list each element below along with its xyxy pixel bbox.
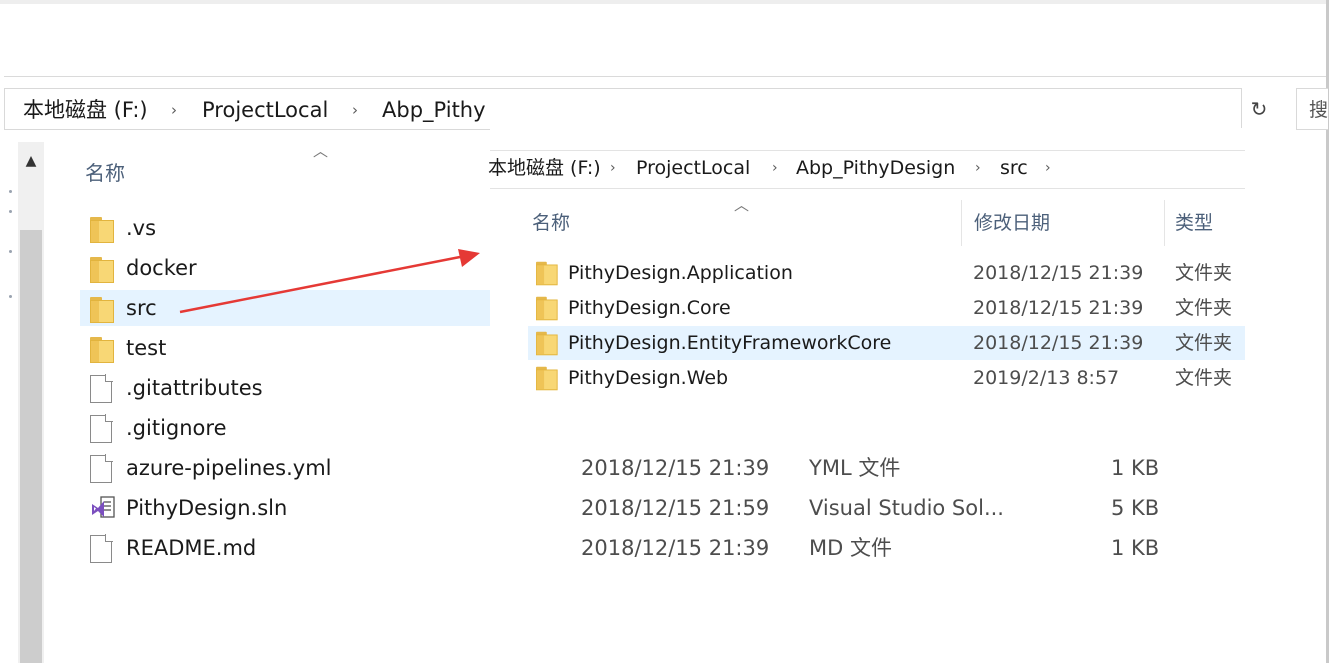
folder-icon xyxy=(90,215,114,243)
item-date: 2018/12/15 21:39 xyxy=(973,332,1144,354)
list-item[interactable]: PithyDesign.sln 2018/12/15 21:59 Visual … xyxy=(80,490,1170,526)
item-date: 2018/12/15 21:39 xyxy=(581,456,770,480)
ribbon-divider xyxy=(4,76,1326,77)
item-name: src xyxy=(126,296,157,320)
item-name: PithyDesign.sln xyxy=(126,496,288,520)
file-icon xyxy=(90,454,114,483)
folder-icon xyxy=(536,365,560,393)
item-name: test xyxy=(126,336,167,360)
breadcrumb-chevron-icon[interactable]: › xyxy=(610,150,616,186)
item-name: .gitattributes xyxy=(126,376,263,400)
sort-ascending-icon: ︿ xyxy=(313,142,329,160)
navigation-scrollbar-thumb[interactable] xyxy=(20,230,42,663)
item-type: 文件夹 xyxy=(1175,367,1233,389)
list-item[interactable]: PithyDesign.Application 2018/12/15 21:39… xyxy=(528,256,1245,290)
item-name: PithyDesign.Web xyxy=(568,367,729,389)
folder-icon xyxy=(536,260,560,288)
item-name: PithyDesign.Core xyxy=(568,297,731,319)
visual-studio-solution-icon xyxy=(90,495,115,523)
list-item[interactable]: .vs xyxy=(80,210,490,246)
breadcrumb-chevron-icon[interactable]: › xyxy=(1045,150,1051,186)
folder-icon xyxy=(90,335,114,363)
list-item[interactable]: docker xyxy=(80,250,490,286)
item-date: 2018/12/15 21:39 xyxy=(973,262,1144,284)
address-bar[interactable]: 本地磁盘 (F:) › ProjectLocal › Abp_Pithy xyxy=(4,88,1242,130)
breadcrumb-projectlocal[interactable]: ProjectLocal xyxy=(636,150,750,186)
item-name: .vs xyxy=(126,216,157,240)
breadcrumb-chevron-icon[interactable]: › xyxy=(772,150,778,186)
list-item[interactable]: PithyDesign.Web 2019/2/13 8:57 文件夹 xyxy=(528,361,1245,395)
file-icon xyxy=(90,374,114,403)
search-box[interactable]: 搜 xyxy=(1296,88,1328,130)
list-item[interactable]: .gitignore xyxy=(80,410,490,446)
breadcrumb-src[interactable]: src xyxy=(1000,150,1028,186)
column-header-type[interactable]: 类型 xyxy=(1175,208,1213,238)
folder-icon xyxy=(90,295,114,323)
item-date: 2018/12/15 21:39 xyxy=(973,297,1144,319)
item-name: PithyDesign.EntityFrameworkCore xyxy=(568,332,892,354)
breadcrumb-projectlocal[interactable]: ProjectLocal xyxy=(202,89,328,131)
tree-expander-icon[interactable] xyxy=(9,250,12,253)
explorer-window-front: 本地磁盘 (F:) › ProjectLocal › Abp_PithyDesi… xyxy=(488,128,1245,453)
item-date: 2019/2/13 8:57 xyxy=(973,367,1120,389)
scroll-up-arrow-icon[interactable]: ▲ xyxy=(20,150,42,172)
breadcrumb-abp-pithydesign[interactable]: Abp_PithyDesign xyxy=(796,150,955,186)
list-item-selected[interactable]: src xyxy=(80,290,490,326)
window-top-edge xyxy=(0,0,1329,4)
item-type: MD 文件 xyxy=(809,536,892,560)
breadcrumb-chevron-icon[interactable]: › xyxy=(352,89,358,131)
list-item[interactable]: test xyxy=(80,330,490,366)
column-header-date[interactable]: 修改日期 xyxy=(974,208,1050,238)
file-icon xyxy=(90,414,114,443)
refresh-icon: ↻ xyxy=(1250,97,1268,121)
file-icon xyxy=(90,534,114,563)
search-placeholder: 搜 xyxy=(1309,99,1328,121)
item-date: 2018/12/15 21:39 xyxy=(581,536,770,560)
list-item[interactable]: .gitattributes xyxy=(80,370,490,406)
item-name: README.md xyxy=(126,536,257,560)
column-separator[interactable] xyxy=(961,200,962,246)
address-bar-bottom-border xyxy=(490,188,1245,189)
folder-icon xyxy=(536,330,560,358)
folder-icon xyxy=(536,295,560,323)
item-size: 1 KB xyxy=(1111,536,1160,560)
item-type: Visual Studio Sol... xyxy=(809,496,1004,520)
item-name: azure-pipelines.yml xyxy=(126,456,332,480)
folder-icon xyxy=(90,255,114,283)
list-item[interactable]: README.md 2018/12/15 21:39 MD 文件 1 KB xyxy=(80,530,1170,566)
tree-expander-icon[interactable] xyxy=(9,210,12,213)
breadcrumb-chevron-icon[interactable]: › xyxy=(975,150,981,186)
item-size: 5 KB xyxy=(1111,496,1160,520)
item-name: PithyDesign.Application xyxy=(568,262,793,284)
column-header-name[interactable]: 名称 xyxy=(85,157,125,186)
list-item[interactable]: azure-pipelines.yml 2018/12/15 21:39 YML… xyxy=(80,450,1170,486)
sort-ascending-icon: ︿ xyxy=(734,196,750,214)
breadcrumb-chevron-icon[interactable]: › xyxy=(171,89,177,131)
item-name: docker xyxy=(126,256,197,280)
column-separator[interactable] xyxy=(1164,200,1165,246)
breadcrumb-drive[interactable]: 本地磁盘 (F:) xyxy=(488,150,601,186)
refresh-button[interactable]: ↻ xyxy=(1242,88,1276,130)
item-name: .gitignore xyxy=(126,416,227,440)
column-header-name[interactable]: 名称 xyxy=(532,208,570,238)
item-type: 文件夹 xyxy=(1175,332,1233,354)
item-type: 文件夹 xyxy=(1175,297,1233,319)
tree-expander-icon[interactable] xyxy=(9,295,12,298)
item-date: 2018/12/15 21:59 xyxy=(581,496,770,520)
breadcrumb-abp-pithy[interactable]: Abp_Pithy xyxy=(382,89,486,131)
item-size: 1 KB xyxy=(1111,456,1160,480)
address-bar[interactable]: 本地磁盘 (F:) › ProjectLocal › Abp_PithyDesi… xyxy=(488,150,1245,188)
tree-expander-icon[interactable] xyxy=(9,190,12,193)
list-item[interactable]: PithyDesign.Core 2018/12/15 21:39 文件夹 xyxy=(528,291,1245,325)
list-item-selected[interactable]: PithyDesign.EntityFrameworkCore 2018/12/… xyxy=(528,326,1245,360)
breadcrumb-drive[interactable]: 本地磁盘 (F:) xyxy=(23,89,148,131)
item-type: 文件夹 xyxy=(1175,262,1233,284)
item-type: YML 文件 xyxy=(809,456,901,480)
